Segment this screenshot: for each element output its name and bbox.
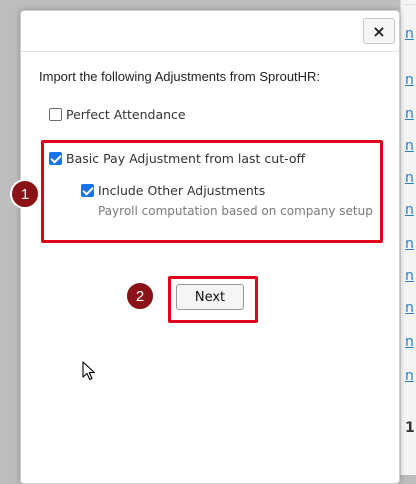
background-link[interactable]: n bbox=[405, 202, 414, 218]
include-other-adjustments-label: Include Other Adjustments bbox=[98, 183, 266, 198]
background-link[interactable]: n bbox=[405, 72, 414, 88]
mouse-cursor-icon bbox=[82, 361, 96, 381]
step-badge-2: 2 bbox=[125, 281, 155, 311]
step-badge-1: 1 bbox=[10, 179, 40, 209]
dialog-intro-text: Import the following Adjustments from Sp… bbox=[39, 69, 321, 84]
basic-pay-adjustment-checkbox[interactable] bbox=[49, 152, 62, 165]
import-adjustments-dialog: × Import the following Adjustments from … bbox=[20, 10, 400, 484]
option-perfect-attendance[interactable]: Perfect Attendance bbox=[49, 107, 186, 122]
background-page-number[interactable]: 1 bbox=[405, 420, 415, 436]
background-link[interactable]: n bbox=[405, 300, 414, 316]
perfect-attendance-checkbox[interactable] bbox=[49, 108, 62, 121]
background-link[interactable]: n bbox=[405, 138, 414, 154]
close-button[interactable]: × bbox=[363, 18, 395, 44]
background-divider bbox=[404, 4, 416, 5]
option-basic-pay-adjustment[interactable]: Basic Pay Adjustment from last cut-off bbox=[49, 151, 305, 166]
background-link[interactable]: n bbox=[405, 26, 414, 42]
next-button[interactable]: Next bbox=[176, 284, 244, 310]
background-link[interactable]: n bbox=[405, 236, 414, 252]
background-link[interactable]: n bbox=[405, 106, 414, 122]
background-link[interactable]: n bbox=[405, 170, 414, 186]
basic-pay-adjustment-label: Basic Pay Adjustment from last cut-off bbox=[66, 151, 306, 166]
include-other-adjustments-checkbox[interactable] bbox=[81, 184, 94, 197]
option-include-other-adjustments[interactable]: Include Other Adjustments bbox=[81, 183, 265, 198]
background-link[interactable]: n bbox=[405, 268, 414, 284]
background-link[interactable]: n bbox=[405, 334, 414, 350]
payroll-computation-note: Payroll computation based on company set… bbox=[98, 204, 373, 218]
perfect-attendance-label: Perfect Attendance bbox=[66, 107, 186, 122]
background-link[interactable]: n bbox=[405, 368, 414, 384]
header-divider bbox=[21, 51, 399, 52]
